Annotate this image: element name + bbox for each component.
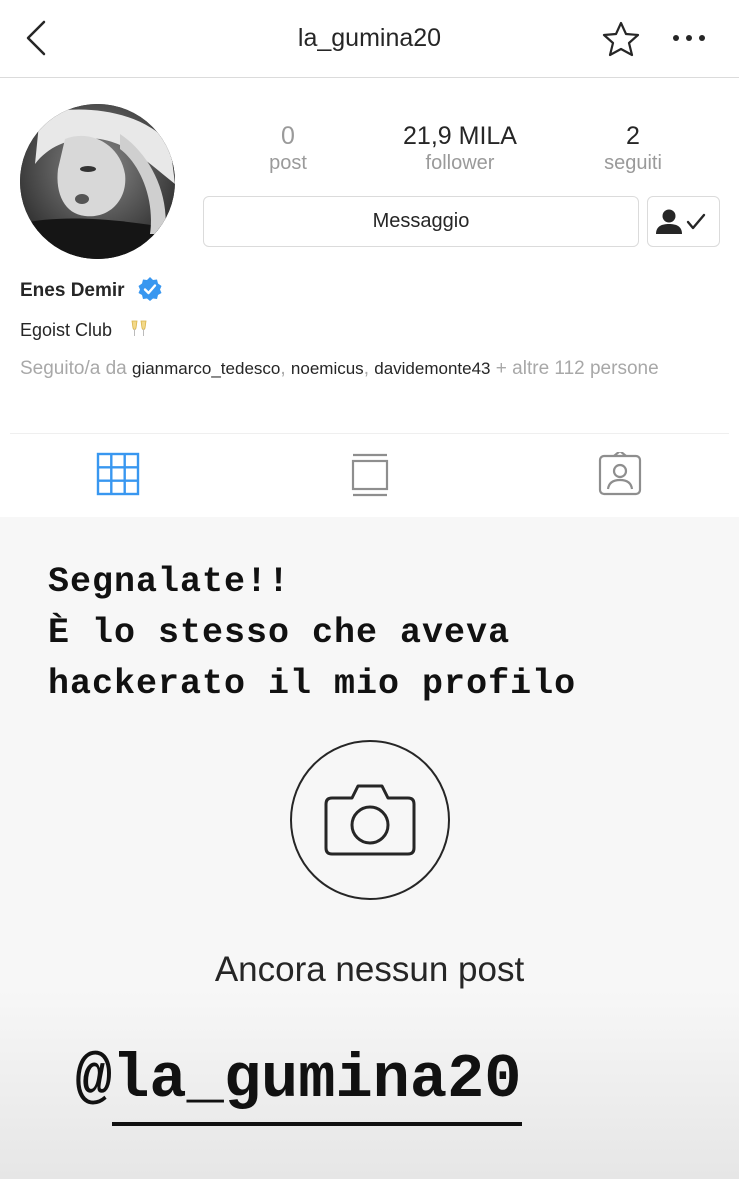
following-button[interactable] [647,196,720,247]
posts-label: post [269,152,307,174]
posts-count: 0 [281,122,295,150]
stat-followers[interactable]: 21,9 MILA follower [380,120,540,174]
followed-by-suffix: + altre 112 persone [495,358,659,379]
mention-username: la_gumina20 [112,1040,522,1126]
overlay-line: hackerato il mio profilo [48,664,577,704]
person-check-icon [656,209,706,234]
followed-by-prefix: Seguito/a da [20,358,127,379]
top-bar: la_gumina20 [0,0,739,78]
empty-state-circle [290,740,450,900]
followed-by-text[interactable]: Seguito/a da gianmarco_tedesco, noemicus… [20,356,720,382]
profile-tabs [10,433,729,517]
camera-icon [324,784,416,856]
message-button[interactable]: Messaggio [203,196,639,247]
profile-bio: Egoist Club [20,320,113,340]
followed-by-user[interactable]: gianmarco_tedesco [132,359,280,378]
stat-following[interactable]: 2 seguiti [588,120,678,174]
star-icon[interactable] [601,20,641,58]
following-count: 2 [626,122,640,150]
avatar[interactable] [20,104,175,259]
followers-label: follower [425,152,495,174]
overlay-line: È lo stesso che aveva [48,613,511,653]
followers-count: 21,9 MILA [403,122,517,150]
grid-icon[interactable] [96,452,140,496]
following-label: seguiti [604,152,662,174]
overlay-line: Segnalate!! [48,562,291,602]
avatar-photo [20,104,175,259]
mention-at: @ [75,1044,113,1115]
followed-by-user[interactable]: davidemonte43 [374,359,490,378]
profile-name: Enes Demir [20,280,125,301]
empty-state-text: Ancora nessun post [214,950,525,989]
more-icon[interactable] [672,34,706,42]
followed-by-user[interactable]: noemicus [291,359,364,378]
tagged-icon[interactable] [598,452,642,496]
story-overlay-text: Segnalate!! È lo stesso che aveva hacker… [48,557,576,710]
story-mention[interactable]: @la_gumina20 [75,1040,522,1126]
stat-posts: 0 post [248,120,328,174]
champagne-icon [131,320,147,336]
feed-icon[interactable] [350,452,390,498]
verified-badge-icon [138,277,162,301]
